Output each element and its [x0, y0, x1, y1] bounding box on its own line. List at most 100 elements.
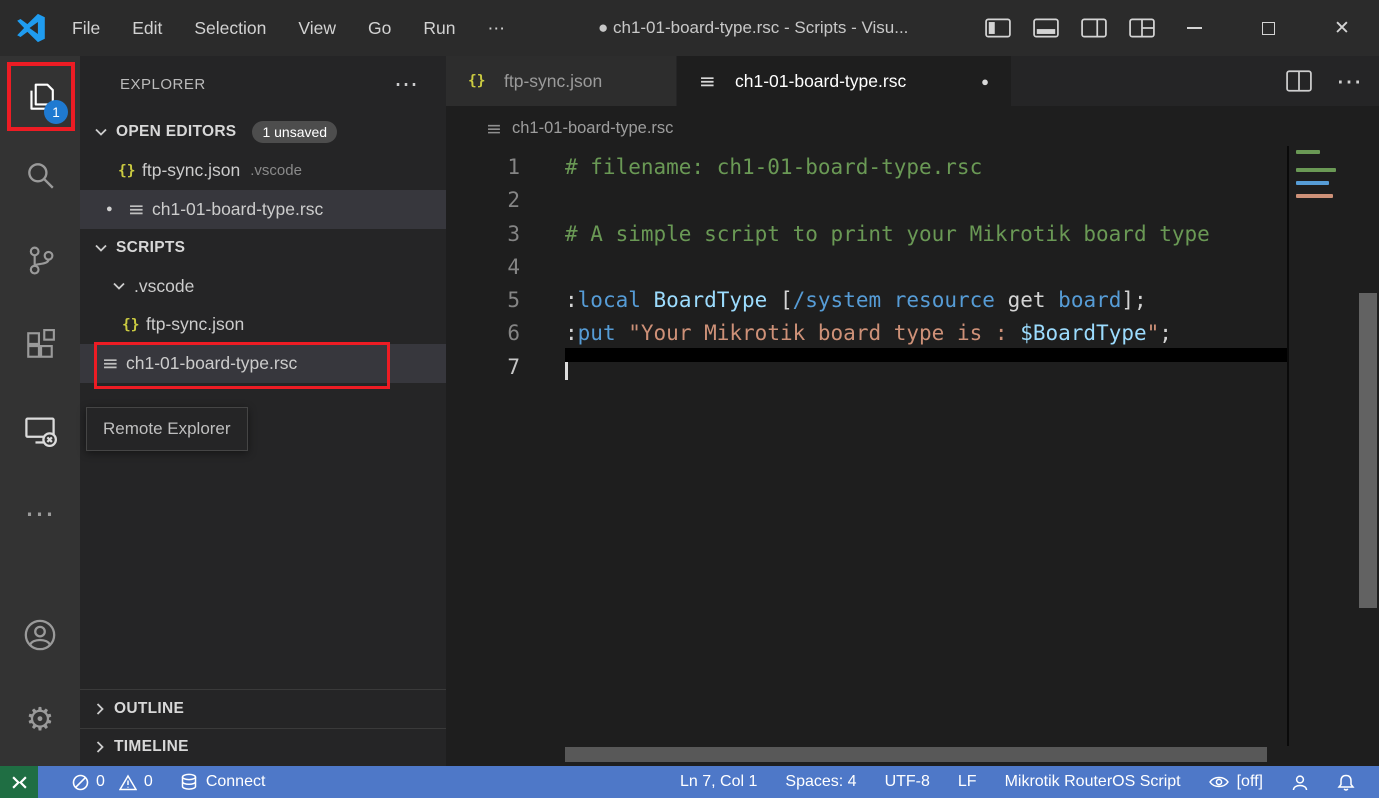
status-bar-right: Ln 7, Col 1 Spaces: 4 UTF-8 LF Mikrotik … — [666, 766, 1379, 798]
source-control-icon — [24, 244, 56, 276]
vertical-scrollbar[interactable] — [1359, 293, 1377, 608]
rsc-file-icon: ≡ — [128, 197, 152, 221]
open-editor-board-type[interactable]: ● ≡ ch1-01-board-type.rsc — [80, 190, 446, 229]
code-line[interactable]: 4 — [446, 251, 1357, 284]
toggle-secondary-sidebar-icon[interactable] — [1081, 18, 1107, 38]
problems-indicator[interactable]: 0 0 — [72, 773, 153, 791]
activity-account[interactable] — [0, 600, 80, 670]
remote-icon — [11, 775, 28, 790]
account-icon — [23, 618, 57, 652]
outline-section-header[interactable]: OUTLINE — [80, 689, 446, 728]
feedback-icon — [1291, 774, 1309, 791]
vscode-window: File Edit Selection View Go Run ⋯ ● ch1-… — [0, 0, 1379, 798]
eol-sequence[interactable]: LF — [944, 766, 991, 798]
code-text — [520, 184, 565, 217]
error-count: 0 — [96, 773, 105, 791]
code-line[interactable]: 6:put "Your Mikrotik board type is : $Bo… — [446, 317, 1357, 350]
open-editor-label: ch1-01-board-type.rsc — [152, 199, 323, 220]
rsc-file-icon: ≡ — [102, 351, 126, 375]
open-editor-ftp-sync[interactable]: {} ftp-sync.json .vscode — [80, 152, 446, 191]
sidebar-bottom-sections: OUTLINE TIMELINE — [80, 689, 446, 766]
menu-file[interactable]: File — [56, 0, 116, 56]
folder-vscode[interactable]: .vscode — [80, 267, 446, 306]
rsc-file-icon: ≡ — [486, 118, 512, 140]
modified-dot-icon: ● — [106, 203, 128, 215]
settings-gear-icon: ⚙ — [26, 700, 55, 738]
editor-artifact-band — [565, 348, 1287, 362]
feedback-button[interactable] — [1277, 766, 1323, 798]
chevron-right-icon — [94, 702, 106, 716]
editor-more-actions-icon[interactable]: ⋯ — [1336, 66, 1363, 97]
menu-view[interactable]: View — [282, 0, 352, 56]
activity-source-control[interactable] — [0, 225, 80, 295]
warnings-icon — [119, 774, 137, 791]
split-editor-icon[interactable] — [1286, 70, 1312, 92]
outline-label: OUTLINE — [114, 700, 184, 718]
language-mode[interactable]: Mikrotik RouterOS Script — [991, 766, 1195, 798]
layout-controls — [985, 0, 1155, 56]
code-line[interactable]: 3# A simple script to print your Mikroti… — [446, 218, 1357, 251]
activity-bar: 1 ⋯ — [0, 56, 80, 766]
tab-board-type-rsc[interactable]: ≡ ch1-01-board-type.rsc ● — [677, 56, 1011, 106]
connect-button[interactable]: Connect — [181, 773, 266, 791]
open-editor-detail: .vscode — [250, 162, 302, 179]
menu-edit[interactable]: Edit — [116, 0, 178, 56]
connect-label: Connect — [206, 773, 266, 791]
chevron-right-icon — [94, 740, 106, 754]
menu-selection[interactable]: Selection — [178, 0, 282, 56]
open-editors-header[interactable]: OPEN EDITORS 1 unsaved — [80, 113, 446, 152]
activity-remote-explorer[interactable] — [0, 395, 80, 465]
title-bar: File Edit Selection View Go Run ⋯ ● ch1-… — [0, 0, 1379, 56]
vscode-logo-icon[interactable] — [16, 13, 46, 43]
tab-ftp-sync-json[interactable]: {} ftp-sync.json — [446, 56, 677, 106]
close-button[interactable]: ✕ — [1305, 0, 1379, 56]
code-lines[interactable]: 1# filename: ch1-01-board-type.rsc23# A … — [446, 151, 1357, 744]
code-line[interactable]: 5:local BoardType [/system resource get … — [446, 284, 1357, 317]
search-icon — [24, 160, 56, 192]
activity-explorer[interactable] — [0, 62, 80, 132]
maximize-icon — [1262, 22, 1275, 35]
code-line[interactable]: 1# filename: ch1-01-board-type.rsc — [446, 151, 1357, 184]
code-text: :put "Your Mikrotik board type is : $Boa… — [520, 317, 1172, 350]
sidebar-more-actions-icon[interactable]: ⋯ — [394, 80, 418, 90]
customize-layout-icon[interactable] — [1129, 18, 1155, 38]
code-line[interactable]: 2 — [446, 184, 1357, 217]
folder-label: .vscode — [134, 276, 194, 297]
activity-extensions[interactable] — [0, 310, 80, 380]
code-text — [520, 351, 568, 384]
scripts-section-header[interactable]: SCRIPTS — [80, 229, 446, 268]
file-label: ftp-sync.json — [146, 314, 244, 335]
code-text: # A simple script to print your Mikrotik… — [520, 218, 1210, 251]
code-text: :local BoardType [/system resource get b… — [520, 284, 1147, 317]
cursor-position[interactable]: Ln 7, Col 1 — [666, 766, 771, 798]
window-controls: ✕ — [1157, 0, 1379, 56]
indentation[interactable]: Spaces: 4 — [771, 766, 870, 798]
eye-icon — [1209, 775, 1229, 789]
file-ftp-sync-json[interactable]: {} ftp-sync.json — [80, 306, 446, 345]
minimap-line — [1296, 168, 1336, 172]
preview-toggle[interactable]: [off] — [1195, 766, 1277, 798]
sidebar-header: EXPLORER ⋯ — [80, 56, 446, 113]
maximize-button[interactable] — [1231, 0, 1305, 56]
menu-go[interactable]: Go — [352, 0, 407, 56]
minimize-button[interactable] — [1157, 0, 1231, 56]
activity-search[interactable] — [0, 141, 80, 211]
menu-more[interactable]: ⋯ — [471, 0, 521, 56]
rsc-file-icon: ≡ — [699, 69, 723, 93]
activity-more-actions[interactable]: ⋯ — [0, 479, 80, 549]
encoding[interactable]: UTF-8 — [871, 766, 944, 798]
breadcrumb[interactable]: ≡ ch1-01-board-type.rsc — [446, 106, 1379, 151]
horizontal-scrollbar[interactable] — [565, 747, 1267, 762]
timeline-section-header[interactable]: TIMELINE — [80, 728, 446, 767]
toggle-sidebar-icon[interactable] — [985, 18, 1011, 38]
breadcrumb-file-label: ch1-01-board-type.rsc — [512, 119, 673, 138]
menu-bar: File Edit Selection View Go Run ⋯ — [56, 0, 521, 56]
file-board-type-rsc[interactable]: ≡ ch1-01-board-type.rsc — [80, 344, 446, 383]
remote-indicator[interactable] — [0, 766, 38, 798]
notifications-button[interactable] — [1323, 766, 1369, 798]
toggle-panel-icon[interactable] — [1033, 18, 1059, 38]
tab-dirty-dot-icon[interactable]: ● — [981, 74, 989, 89]
menu-run[interactable]: Run — [407, 0, 471, 56]
activity-settings[interactable]: ⚙ — [0, 684, 80, 754]
line-number: 4 — [446, 251, 520, 284]
